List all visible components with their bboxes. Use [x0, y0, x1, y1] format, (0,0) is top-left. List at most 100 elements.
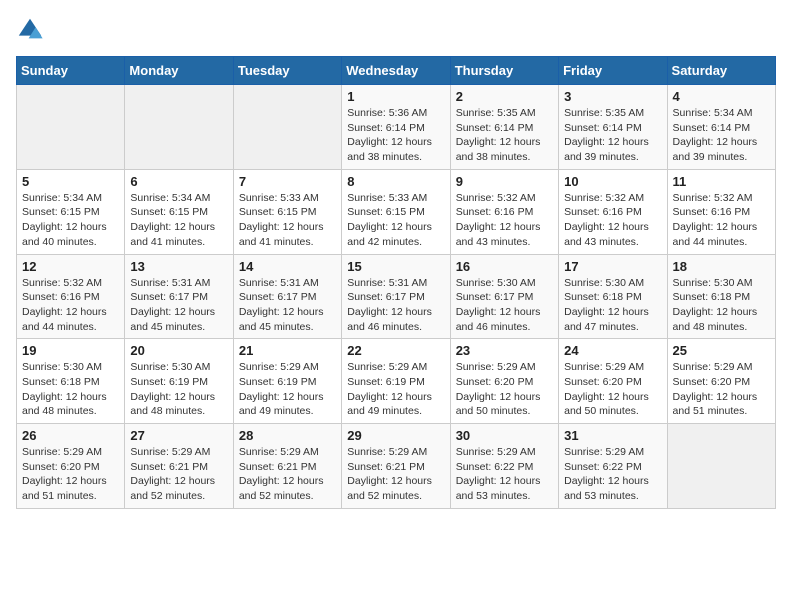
- calendar-cell: 15 Sunrise: 5:31 AMSunset: 6:17 PMDayligh…: [342, 254, 450, 339]
- calendar-cell: 20 Sunrise: 5:30 AMSunset: 6:19 PMDayligh…: [125, 339, 233, 424]
- day-number: 12: [22, 259, 119, 274]
- calendar-cell: 10 Sunrise: 5:32 AMSunset: 6:16 PMDayligh…: [559, 169, 667, 254]
- day-info: Sunrise: 5:32 AMSunset: 6:16 PMDaylight:…: [22, 276, 119, 335]
- logo: [16, 16, 48, 44]
- day-header-monday: Monday: [125, 57, 233, 85]
- day-number: 8: [347, 174, 444, 189]
- day-number: 26: [22, 428, 119, 443]
- day-number: 23: [456, 343, 553, 358]
- day-info: Sunrise: 5:30 AMSunset: 6:18 PMDaylight:…: [673, 276, 770, 335]
- day-info: Sunrise: 5:35 AMSunset: 6:14 PMDaylight:…: [456, 106, 553, 165]
- day-number: 20: [130, 343, 227, 358]
- day-number: 5: [22, 174, 119, 189]
- calendar-cell: 14Sunrise: 5:31 AMSunset: 6:17 PMDayligh…: [233, 254, 341, 339]
- day-info: Sunrise: 5:29 AMSunset: 6:22 PMDaylight:…: [456, 445, 553, 504]
- day-info: Sunrise: 5:29 AMSunset: 6:20 PMDaylight:…: [673, 360, 770, 419]
- day-number: 9: [456, 174, 553, 189]
- day-header-friday: Friday: [559, 57, 667, 85]
- calendar-cell: [667, 424, 775, 509]
- day-info: Sunrise: 5:32 AMSunset: 6:16 PMDaylight:…: [673, 191, 770, 250]
- day-number: 30: [456, 428, 553, 443]
- day-number: 10: [564, 174, 661, 189]
- day-info: Sunrise: 5:33 AMSunset: 6:15 PMDaylight:…: [239, 191, 336, 250]
- calendar-cell: 3 Sunrise: 5:35 AMSunset: 6:14 PMDaylight…: [559, 85, 667, 170]
- day-number: 29: [347, 428, 444, 443]
- calendar-cell: 7 Sunrise: 5:33 AMSunset: 6:15 PMDaylight…: [233, 169, 341, 254]
- calendar-cell: 29 Sunrise: 5:29 AMSunset: 6:21 PMDayligh…: [342, 424, 450, 509]
- day-info: Sunrise: 5:34 AMSunset: 6:14 PMDaylight:…: [673, 106, 770, 165]
- calendar-cell: 13 Sunrise: 5:31 AMSunset: 6:17 PMDayligh…: [125, 254, 233, 339]
- day-info: Sunrise: 5:35 AMSunset: 6:14 PMDaylight:…: [564, 106, 661, 165]
- day-info: Sunrise: 5:29 AMSunset: 6:21 PMDaylight:…: [239, 445, 336, 504]
- calendar-cell: 4 Sunrise: 5:34 AMSunset: 6:14 PMDaylight…: [667, 85, 775, 170]
- day-info: Sunrise: 5:30 AMSunset: 6:18 PMDaylight:…: [22, 360, 119, 419]
- day-number: 11: [673, 174, 770, 189]
- calendar-cell: 23 Sunrise: 5:29 AMSunset: 6:20 PMDayligh…: [450, 339, 558, 424]
- day-info: Sunrise: 5:31 AMSunset: 6:17 PMDaylight:…: [130, 276, 227, 335]
- calendar-cell: 17 Sunrise: 5:30 AMSunset: 6:18 PMDayligh…: [559, 254, 667, 339]
- logo-icon: [16, 16, 44, 44]
- calendar-cell: 21 Sunrise: 5:29 AMSunset: 6:19 PMDayligh…: [233, 339, 341, 424]
- day-info: Sunrise: 5:29 AMSunset: 6:22 PMDaylight:…: [564, 445, 661, 504]
- day-number: 3: [564, 89, 661, 104]
- day-number: 17: [564, 259, 661, 274]
- calendar-week-2: 5 Sunrise: 5:34 AMSunset: 6:15 PMDaylight…: [17, 169, 776, 254]
- calendar-week-3: 12 Sunrise: 5:32 AMSunset: 6:16 PMDayligh…: [17, 254, 776, 339]
- day-number: 7: [239, 174, 336, 189]
- calendar-cell: 16 Sunrise: 5:30 AMSunset: 6:17 PMDayligh…: [450, 254, 558, 339]
- day-number: 28: [239, 428, 336, 443]
- calendar-cell: 6Sunrise: 5:34 AMSunset: 6:15 PMDaylight…: [125, 169, 233, 254]
- day-info: Sunrise: 5:30 AMSunset: 6:19 PMDaylight:…: [130, 360, 227, 419]
- calendar-cell: 26 Sunrise: 5:29 AMSunset: 6:20 PMDayligh…: [17, 424, 125, 509]
- day-info: Sunrise: 5:32 AMSunset: 6:16 PMDaylight:…: [456, 191, 553, 250]
- day-info: Sunrise: 5:29 AMSunset: 6:20 PMDaylight:…: [22, 445, 119, 504]
- day-header-sunday: Sunday: [17, 57, 125, 85]
- day-info: Sunrise: 5:29 AMSunset: 6:20 PMDaylight:…: [456, 360, 553, 419]
- page-header: [16, 16, 776, 44]
- day-header-wednesday: Wednesday: [342, 57, 450, 85]
- calendar-cell: 8 Sunrise: 5:33 AMSunset: 6:15 PMDaylight…: [342, 169, 450, 254]
- day-info: Sunrise: 5:30 AMSunset: 6:18 PMDaylight:…: [564, 276, 661, 335]
- calendar-cell: [125, 85, 233, 170]
- calendar-cell: [17, 85, 125, 170]
- calendar-cell: 25 Sunrise: 5:29 AMSunset: 6:20 PMDayligh…: [667, 339, 775, 424]
- day-number: 25: [673, 343, 770, 358]
- calendar-cell: 22Sunrise: 5:29 AMSunset: 6:19 PMDayligh…: [342, 339, 450, 424]
- calendar-week-5: 26 Sunrise: 5:29 AMSunset: 6:20 PMDayligh…: [17, 424, 776, 509]
- calendar-cell: 2Sunrise: 5:35 AMSunset: 6:14 PMDaylight…: [450, 85, 558, 170]
- calendar-header-row: SundayMondayTuesdayWednesdayThursdayFrid…: [17, 57, 776, 85]
- day-info: Sunrise: 5:32 AMSunset: 6:16 PMDaylight:…: [564, 191, 661, 250]
- calendar-cell: 11 Sunrise: 5:32 AMSunset: 6:16 PMDayligh…: [667, 169, 775, 254]
- day-info: Sunrise: 5:29 AMSunset: 6:21 PMDaylight:…: [347, 445, 444, 504]
- calendar-cell: [233, 85, 341, 170]
- day-info: Sunrise: 5:31 AMSunset: 6:17 PMDaylight:…: [347, 276, 444, 335]
- day-info: Sunrise: 5:36 AMSunset: 6:14 PMDaylight:…: [347, 106, 444, 165]
- calendar-week-1: 1 Sunrise: 5:36 AMSunset: 6:14 PMDaylight…: [17, 85, 776, 170]
- day-info: Sunrise: 5:33 AMSunset: 6:15 PMDaylight:…: [347, 191, 444, 250]
- day-number: 14: [239, 259, 336, 274]
- day-info: Sunrise: 5:34 AMSunset: 6:15 PMDaylight:…: [22, 191, 119, 250]
- day-info: Sunrise: 5:29 AMSunset: 6:19 PMDaylight:…: [347, 360, 444, 419]
- calendar-cell: 12 Sunrise: 5:32 AMSunset: 6:16 PMDayligh…: [17, 254, 125, 339]
- day-header-tuesday: Tuesday: [233, 57, 341, 85]
- day-info: Sunrise: 5:34 AMSunset: 6:15 PMDaylight:…: [130, 191, 227, 250]
- calendar-cell: 19 Sunrise: 5:30 AMSunset: 6:18 PMDayligh…: [17, 339, 125, 424]
- day-header-saturday: Saturday: [667, 57, 775, 85]
- calendar-cell: 28 Sunrise: 5:29 AMSunset: 6:21 PMDayligh…: [233, 424, 341, 509]
- calendar-cell: 27Sunrise: 5:29 AMSunset: 6:21 PMDayligh…: [125, 424, 233, 509]
- day-info: Sunrise: 5:30 AMSunset: 6:17 PMDaylight:…: [456, 276, 553, 335]
- day-header-thursday: Thursday: [450, 57, 558, 85]
- day-number: 13: [130, 259, 227, 274]
- day-number: 16: [456, 259, 553, 274]
- day-number: 18: [673, 259, 770, 274]
- day-number: 21: [239, 343, 336, 358]
- day-number: 4: [673, 89, 770, 104]
- day-number: 15: [347, 259, 444, 274]
- day-number: 31: [564, 428, 661, 443]
- day-number: 24: [564, 343, 661, 358]
- day-number: 1: [347, 89, 444, 104]
- day-number: 19: [22, 343, 119, 358]
- day-info: Sunrise: 5:29 AMSunset: 6:19 PMDaylight:…: [239, 360, 336, 419]
- calendar-cell: 18 Sunrise: 5:30 AMSunset: 6:18 PMDayligh…: [667, 254, 775, 339]
- calendar-cell: 9 Sunrise: 5:32 AMSunset: 6:16 PMDaylight…: [450, 169, 558, 254]
